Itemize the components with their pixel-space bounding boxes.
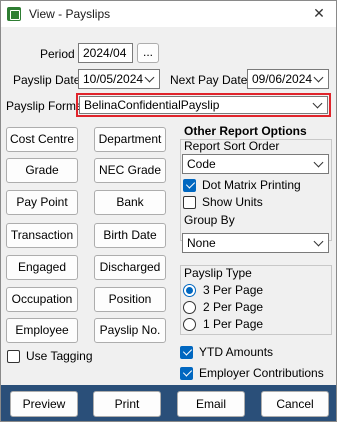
transaction-button[interactable]: Transaction [6, 223, 78, 248]
cancel-button[interactable]: Cancel [261, 391, 329, 417]
checkbox-box[interactable] [7, 349, 20, 363]
window-title: View - Payslips [29, 7, 111, 21]
preview-button[interactable]: Preview [10, 391, 78, 417]
chevron-down-icon[interactable] [314, 71, 324, 87]
bank-button[interactable]: Bank [94, 190, 166, 215]
chevron-down-icon[interactable] [314, 156, 324, 172]
email-button[interactable]: Email [177, 391, 245, 417]
discharged-button[interactable]: Discharged [94, 255, 166, 280]
checkbox-box[interactable] [183, 195, 196, 209]
check-icon[interactable] [183, 178, 196, 192]
close-icon[interactable]: ✕ [310, 4, 328, 22]
period-input[interactable]: 2024/04 [78, 43, 133, 63]
check-icon[interactable] [180, 366, 193, 380]
show-units-checkbox[interactable]: Show Units [183, 195, 263, 209]
report-sort-order-value: Code [187, 157, 216, 171]
position-button[interactable]: Position [94, 287, 166, 312]
payslip-no-button[interactable]: Payslip No. [94, 318, 166, 343]
dialog-body: Period 2024/04 ... Payslip Date 10/05/20… [1, 27, 336, 385]
payslip-format-select[interactable]: BelinaConfidentialPayslip [79, 96, 328, 114]
period-label: Period [40, 47, 75, 61]
group-by-value: None [187, 236, 216, 250]
dot-matrix-printing-checkbox[interactable]: Dot Matrix Printing [183, 178, 301, 192]
department-button[interactable]: Department [94, 127, 166, 152]
next-pay-date-picker[interactable]: 09/06/2024 [247, 69, 329, 89]
payslip-date-label: Payslip Date [13, 73, 81, 87]
payslip-date-value: 10/05/2024 [83, 72, 144, 86]
use-tagging-label: Use Tagging [26, 349, 93, 363]
employee-button[interactable]: Employee [6, 318, 78, 343]
engaged-button[interactable]: Engaged [6, 255, 78, 280]
payslip-date-picker[interactable]: 10/05/2024 [78, 69, 160, 89]
report-sort-order-label: Report Sort Order [184, 139, 280, 153]
radio-3-per-page[interactable]: 3 Per Page [183, 283, 263, 297]
show-units-label: Show Units [202, 195, 263, 209]
payslip-type-label: Payslip Type [184, 266, 252, 280]
chevron-down-icon[interactable] [314, 235, 324, 251]
period-browse-button[interactable]: ... [137, 43, 159, 63]
employer-contributions-checkbox[interactable]: Employer Contributions [180, 366, 324, 380]
radio-2-per-page-label: 2 Per Page [203, 300, 264, 314]
chevron-down-icon[interactable] [313, 97, 323, 113]
report-sort-order-select[interactable]: Code [182, 154, 329, 174]
dot-matrix-printing-label: Dot Matrix Printing [202, 178, 301, 192]
payslip-format-value: BelinaConfidentialPayslip [84, 98, 220, 112]
ytd-amounts-label: YTD Amounts [199, 345, 274, 359]
pay-point-button[interactable]: Pay Point [6, 190, 78, 215]
payslips-window: View - Payslips ✕ Period 2024/04 ... Pay… [0, 0, 337, 422]
next-pay-date-value: 09/06/2024 [252, 72, 313, 86]
group-by-select[interactable]: None [182, 233, 329, 253]
cost-centre-button[interactable]: Cost Centre [6, 127, 78, 152]
next-pay-date-label: Next Pay Date [170, 73, 248, 87]
title-bar[interactable]: View - Payslips ✕ [1, 1, 336, 27]
radio-2-per-page[interactable]: 2 Per Page [183, 300, 263, 314]
check-icon[interactable] [180, 345, 193, 359]
other-report-options-title: Other Report Options [184, 124, 307, 138]
print-button[interactable]: Print [93, 391, 161, 417]
radio-1-per-page[interactable]: 1 Per Page [183, 317, 263, 331]
radio-1-per-page-label: 1 Per Page [203, 317, 264, 331]
payslip-format-label: Payslip Format [6, 99, 87, 113]
payroll-app-icon [7, 7, 21, 21]
action-bar: Preview Print Email Cancel [1, 385, 336, 421]
employer-contributions-label: Employer Contributions [199, 366, 324, 380]
nec-grade-button[interactable]: NEC Grade [94, 158, 166, 183]
grade-button[interactable]: Grade [6, 158, 78, 183]
group-by-label: Group By [184, 213, 235, 227]
ytd-amounts-checkbox[interactable]: YTD Amounts [180, 345, 273, 359]
birth-date-button[interactable]: Birth Date [94, 223, 166, 248]
occupation-button[interactable]: Occupation [6, 287, 78, 312]
radio-dot[interactable] [183, 300, 196, 314]
radio-dot[interactable] [183, 317, 196, 331]
radio-3-per-page-label: 3 Per Page [203, 283, 264, 297]
use-tagging-checkbox[interactable]: Use Tagging [7, 349, 93, 363]
radio-dot[interactable] [183, 283, 196, 297]
chevron-down-icon[interactable] [145, 71, 155, 87]
